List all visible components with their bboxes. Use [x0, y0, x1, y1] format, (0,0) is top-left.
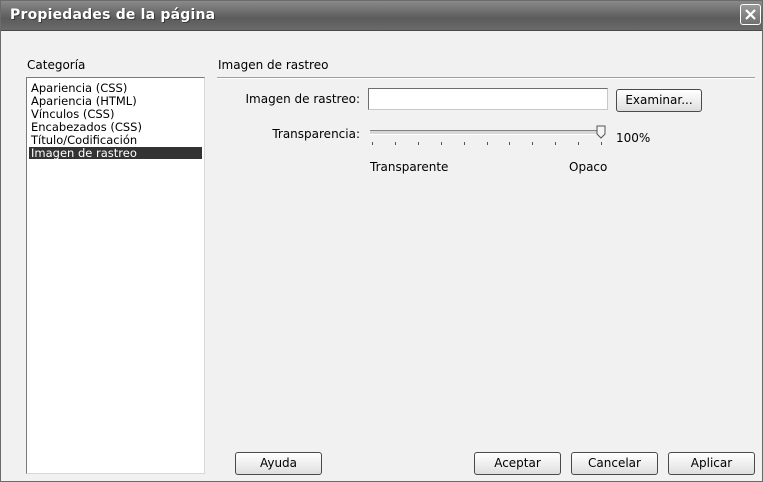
slider-tick: [441, 142, 442, 145]
category-label: Categoría: [27, 58, 86, 72]
transparency-value: 100%: [616, 131, 651, 145]
slider-tick: [464, 142, 465, 145]
scale-min-label: Transparente: [370, 160, 449, 174]
close-icon: [745, 9, 756, 20]
category-item-tracing-image[interactable]: Imagen de rastreo: [29, 147, 202, 159]
title-bar[interactable]: Propiedades de la página: [1, 1, 762, 31]
category-list[interactable]: Apariencia (CSS) Apariencia (HTML) Víncu…: [26, 77, 205, 474]
window-title: Propiedades de la página: [10, 7, 216, 23]
help-button[interactable]: Ayuda: [235, 452, 322, 475]
scale-max-label: Opaco: [569, 160, 608, 174]
category-item-appearance-html[interactable]: Apariencia (HTML): [29, 95, 202, 107]
slider-track: [370, 130, 603, 135]
tracing-image-input[interactable]: [368, 88, 608, 110]
browse-button[interactable]: Examinar...: [616, 89, 702, 112]
transparency-label: Transparencia:: [272, 127, 360, 141]
transparency-slider[interactable]: [368, 125, 608, 151]
slider-tick: [532, 142, 533, 145]
slider-tick: [555, 142, 556, 145]
section-title: Imagen de rastreo: [218, 58, 329, 72]
slider-tick: [395, 142, 396, 145]
category-item-appearance-css[interactable]: Apariencia (CSS): [29, 82, 202, 94]
cancel-button[interactable]: Cancelar: [571, 452, 658, 475]
slider-tick: [418, 142, 419, 145]
slider-tick: [487, 142, 488, 145]
slider-thumb[interactable]: [596, 125, 606, 139]
slider-tick: [372, 142, 373, 145]
page-properties-dialog: Propiedades de la página Categoría Apari…: [0, 0, 763, 482]
ok-button[interactable]: Aceptar: [474, 452, 561, 475]
category-item-headings-css[interactable]: Encabezados (CSS): [29, 121, 202, 133]
tracing-image-label: Imagen de rastreo:: [245, 92, 361, 106]
slider-tick: [578, 142, 579, 145]
slider-tick: [509, 142, 510, 145]
section-divider: [217, 77, 755, 79]
close-button[interactable]: [740, 4, 761, 25]
apply-button[interactable]: Aplicar: [668, 452, 755, 475]
slider-tick: [601, 142, 602, 145]
category-item-title-encoding[interactable]: Título/Codificación: [29, 134, 202, 146]
category-item-links-css[interactable]: Vínculos (CSS): [29, 108, 202, 120]
